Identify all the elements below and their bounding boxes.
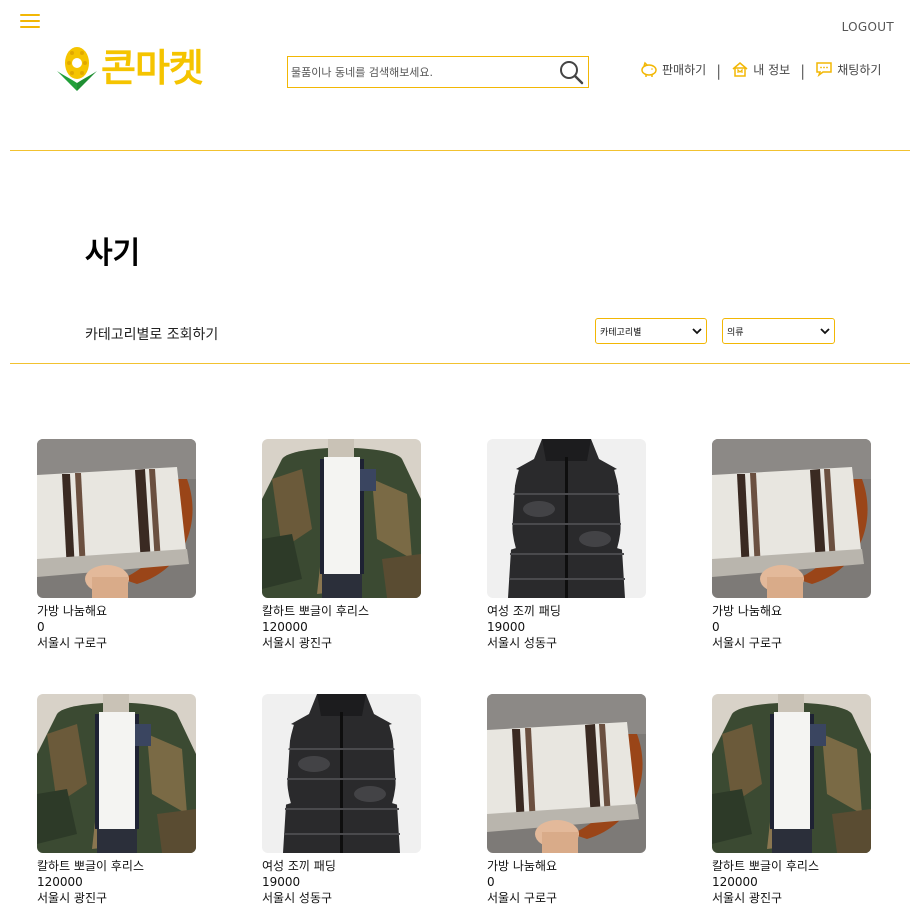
category-value: 의류: [727, 327, 744, 338]
filter-type-value: 카테고리별: [600, 327, 642, 338]
category-select[interactable]: 의류: [722, 318, 835, 344]
filter-label: 카테고리별로 조회하기: [85, 327, 219, 343]
product-card[interactable]: 가방 나눔해요 0 서울시 구로구: [37, 439, 207, 651]
product-card[interactable]: 여성 조끼 패딩 19000 서울시 성동구: [487, 439, 657, 651]
home-icon: [732, 62, 748, 77]
product-name: 가방 나눔해요: [487, 859, 558, 873]
product-price: 120000: [712, 875, 758, 889]
product-image: [262, 439, 421, 598]
logo-text: 콘마켓: [101, 46, 204, 90]
chat-bubble-icon: [816, 62, 832, 78]
product-price: 0: [37, 620, 45, 634]
product-name: 여성 조끼 패딩: [487, 604, 561, 618]
product-price: 120000: [262, 620, 308, 634]
product-location: 서울시 광진구: [37, 891, 108, 905]
product-location: 서울시 구로구: [37, 636, 108, 650]
product-name: 칼하트 뽀글이 후리스: [712, 859, 819, 873]
product-card[interactable]: 가방 나눔해요 0 서울시 구로구: [487, 694, 657, 906]
product-price: 19000: [487, 620, 526, 634]
product-price: 0: [712, 620, 720, 634]
product-name: 가방 나눔해요: [712, 604, 783, 618]
filter-divider: [10, 363, 910, 364]
nav-chat-label: 채팅하기: [837, 62, 882, 77]
product-image: [712, 439, 871, 598]
product-image: [37, 439, 196, 598]
product-location: 서울시 광진구: [262, 636, 333, 650]
product-image: [262, 694, 421, 853]
product-price: 19000: [262, 875, 301, 889]
hamburger-menu-button[interactable]: [20, 14, 40, 28]
piggy-bank-icon: [641, 61, 657, 77]
product-image: [37, 694, 196, 853]
page-title: 사기: [85, 236, 141, 271]
search-bar: [287, 56, 589, 88]
product-image: [487, 694, 646, 853]
search-icon[interactable]: [558, 59, 584, 85]
product-name: 칼하트 뽀글이 후리스: [37, 859, 144, 873]
product-location: 서울시 성동구: [262, 891, 333, 905]
logo[interactable]: 콘마켓: [55, 42, 204, 94]
filter-type-select[interactable]: 카테고리별: [595, 318, 707, 344]
nav-my-info-label: 내 정보: [753, 62, 791, 77]
product-image: [487, 439, 646, 598]
chevron-down-icon: [820, 327, 830, 334]
chevron-down-icon: [692, 327, 702, 334]
nav-my-info[interactable]: 내 정보: [731, 60, 790, 78]
product-price: 120000: [37, 875, 83, 889]
product-image: [712, 694, 871, 853]
product-card[interactable]: 칼하트 뽀글이 후리스 120000 서울시 광진구: [262, 439, 432, 651]
nav-sell[interactable]: 판매하기: [640, 60, 706, 78]
nav-chat[interactable]: 채팅하기: [815, 60, 881, 78]
product-card[interactable]: 칼하트 뽀글이 후리스 120000 서울시 광진구: [37, 694, 207, 906]
nav-sell-label: 판매하기: [662, 62, 707, 77]
product-location: 서울시 구로구: [712, 636, 783, 650]
search-input[interactable]: [288, 58, 554, 86]
product-card[interactable]: 칼하트 뽀글이 후리스 120000 서울시 광진구: [712, 694, 882, 906]
product-card[interactable]: 가방 나눔해요 0 서울시 구로구: [712, 439, 882, 651]
product-location: 서울시 광진구: [712, 891, 783, 905]
nav-separator: |: [716, 62, 722, 80]
corn-logo-icon: [57, 47, 97, 91]
product-card[interactable]: 여성 조끼 패딩 19000 서울시 성동구: [262, 694, 432, 906]
product-name: 가방 나눔해요: [37, 604, 108, 618]
top-nav: 판매하기 | 내 정보 | 채팅하기: [640, 60, 881, 80]
nav-separator: |: [800, 62, 806, 80]
product-name: 여성 조끼 패딩: [262, 859, 336, 873]
product-location: 서울시 구로구: [487, 891, 558, 905]
header-divider: [10, 150, 910, 151]
product-location: 서울시 성동구: [487, 636, 558, 650]
product-name: 칼하트 뽀글이 후리스: [262, 604, 369, 618]
logout-link[interactable]: LOGOUT: [842, 20, 894, 34]
product-price: 0: [487, 875, 495, 889]
